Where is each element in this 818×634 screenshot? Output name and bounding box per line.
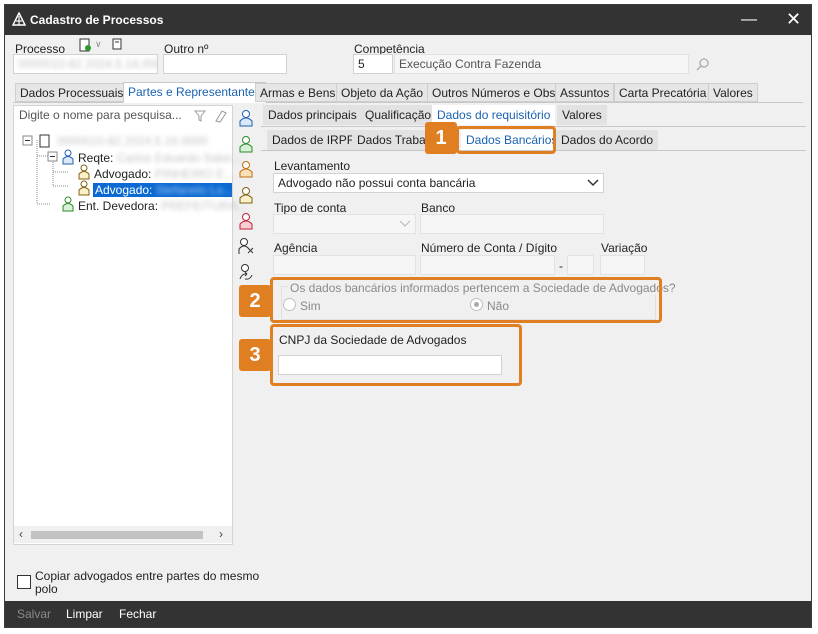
eraser-icon[interactable]: [214, 109, 228, 123]
filter-icon[interactable]: [194, 110, 206, 122]
tree-root-process[interactable]: 0000010-82.2024.5.16.0000: [57, 134, 208, 148]
tab-outros-numeros[interactable]: Outros Números e Obs.: [427, 83, 564, 102]
levantamento-select[interactable]: Advogado não possui conta bancária: [273, 173, 604, 193]
tree-reqte[interactable]: Reqte: Carlos Eduardo Sabó...: [78, 151, 241, 165]
debtor-entity-icon: [62, 196, 74, 212]
lawyer-icon: [78, 180, 90, 196]
close-button[interactable]: ✕: [786, 9, 801, 30]
variacao-label: Variação: [601, 241, 648, 255]
add-lawyer-icon[interactable]: [238, 160, 254, 178]
agencia-label: Agência: [274, 241, 318, 255]
highlight-box-2: [270, 277, 662, 323]
scrollbar-thumb[interactable]: [31, 531, 203, 539]
tree-advogado-2-selected[interactable]: Advogado: Stefanelo Lo...: [93, 183, 233, 197]
competencia-code-input[interactable]: 5: [353, 54, 393, 74]
process-window: Cadastro de Processos — ✕ Processo ∨ 000…: [4, 4, 812, 628]
tab-valores[interactable]: Valores: [708, 83, 758, 102]
tab-assuntos[interactable]: Assuntos: [555, 83, 615, 102]
subsubtab-acordo[interactable]: Dados do Acordo: [556, 130, 659, 150]
minimize-button[interactable]: —: [741, 11, 757, 29]
window-title: Cadastro de Processos: [30, 13, 164, 27]
tree-advogado-1[interactable]: Advogado: PINHEIRO E...: [94, 167, 234, 181]
add-defendant-icon[interactable]: [238, 135, 254, 153]
subtab-valores[interactable]: Valores: [557, 105, 607, 125]
copy-lawyers-label: Copiar advogados entre partes do mesmo p…: [35, 569, 260, 596]
chevron-down-icon: [399, 220, 411, 227]
subtab-qualificacao[interactable]: Qualificação: [360, 105, 437, 125]
new-document-icon[interactable]: [78, 38, 92, 52]
competencia-desc-input: Execução Contra Fazenda: [394, 54, 689, 74]
subtab-dados-principais[interactable]: Dados principais: [263, 105, 362, 125]
search-icon[interactable]: [696, 57, 710, 71]
fechar-button[interactable]: Fechar: [119, 607, 156, 621]
subsubtab-trabal[interactable]: Dados Trabal: [352, 130, 425, 150]
highlight-box-1: [456, 126, 556, 154]
subsubtab-irpf[interactable]: Dados de IRPF: [267, 130, 360, 150]
outro-numero-input[interactable]: [163, 54, 287, 74]
title-bar: Cadastro de Processos — ✕: [5, 5, 811, 35]
tab-partes-representantes[interactable]: Partes e Representantes: [123, 82, 266, 103]
tree-ent-devedora[interactable]: Ent. Devedora: PREFEITURA...: [78, 199, 247, 213]
tipo-conta-select[interactable]: [273, 214, 416, 234]
conta-input[interactable]: [420, 255, 555, 275]
scroll-left-icon[interactable]: ‹: [19, 527, 23, 541]
copy-lawyers-checkbox[interactable]: [17, 575, 31, 589]
remove-party-icon[interactable]: [238, 237, 254, 255]
tab-armas-bens[interactable]: Armas e Bens: [255, 83, 341, 102]
tab-dados-processuais[interactable]: Dados Processuais: [15, 83, 129, 102]
limpar-button[interactable]: Limpar: [66, 607, 103, 621]
conta-dash: -: [559, 259, 563, 273]
levantamento-label: Levantamento: [274, 159, 351, 173]
tipo-conta-label: Tipo de conta: [274, 201, 347, 215]
step-badge-3: 3: [239, 339, 271, 371]
parties-tree-panel: Digite o nome para pesquisa... 0000010-8…: [13, 105, 247, 545]
bookmark-icon[interactable]: [111, 38, 123, 52]
horizontal-scrollbar[interactable]: ‹ ›: [14, 526, 232, 543]
banco-label: Banco: [421, 201, 456, 215]
lawyer-icon: [78, 164, 90, 180]
main-tabs: Dados Processuais Partes e Representante…: [13, 82, 803, 103]
swap-party-icon[interactable]: [238, 263, 254, 281]
dropdown-arrow-icon[interactable]: ∨: [95, 39, 102, 50]
digito-input[interactable]: [567, 255, 594, 275]
step-badge-1: 1: [425, 122, 457, 154]
highlight-box-3: [270, 324, 522, 386]
tab-carta-precatoria[interactable]: Carta Precatória: [614, 83, 712, 102]
processo-input[interactable]: 0000010-82.2024.5.16.0000: [13, 54, 158, 74]
agencia-input[interactable]: [273, 255, 416, 275]
banco-input[interactable]: [420, 214, 604, 234]
add-third-party-icon[interactable]: [238, 212, 254, 230]
step-badge-2: 2: [239, 285, 271, 317]
app-logo-icon: [12, 12, 26, 26]
salvar-button[interactable]: Salvar: [17, 607, 51, 621]
add-representative-icon[interactable]: [238, 186, 254, 204]
add-plaintiff-icon[interactable]: [238, 109, 254, 127]
plaintiff-icon: [62, 149, 74, 165]
party-search-input[interactable]: Digite o nome para pesquisa...: [15, 106, 181, 126]
variacao-input[interactable]: [600, 255, 645, 275]
conta-label: Número de Conta / Dígito: [421, 241, 558, 255]
scroll-right-icon[interactable]: ›: [219, 527, 223, 541]
process-document-icon: [39, 134, 50, 148]
footer-toolbar: Salvar Limpar Fechar: [5, 601, 811, 627]
tab-objeto-acao[interactable]: Objeto da Ação: [336, 83, 429, 102]
chevron-down-icon: [587, 179, 599, 187]
